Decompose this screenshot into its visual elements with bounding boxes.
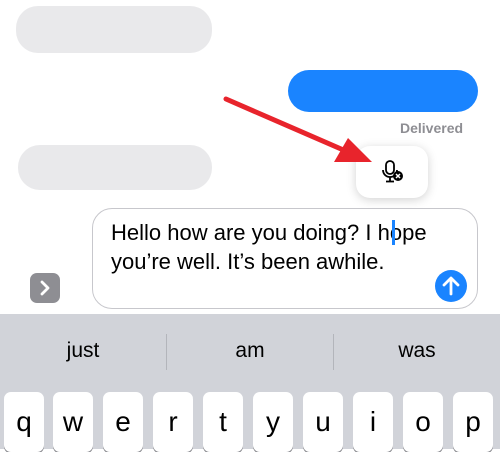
message-input[interactable]: Hello how are you doing? I hope you’re w…	[92, 208, 478, 309]
key-r[interactable]: r	[153, 392, 193, 452]
keyboard: just am was q w e r t y u i o p	[0, 314, 500, 452]
message-input-text[interactable]: Hello how are you doing? I hope you’re w…	[111, 218, 431, 276]
message-bubble-received	[16, 6, 212, 53]
key-o[interactable]: o	[403, 392, 443, 452]
dictation-popup[interactable]	[356, 146, 428, 198]
key-w[interactable]: w	[53, 392, 93, 452]
text-caret	[392, 220, 395, 245]
microphone-off-icon[interactable]	[379, 159, 405, 185]
key-q[interactable]: q	[4, 392, 44, 452]
suggestion-am[interactable]: am	[167, 314, 333, 388]
message-bubble-sent	[288, 70, 478, 112]
key-u[interactable]: u	[303, 392, 343, 452]
suggestion-was[interactable]: was	[334, 314, 500, 388]
key-p[interactable]: p	[453, 392, 493, 452]
arrow-up-icon	[442, 276, 460, 296]
expand-apps-button[interactable]	[30, 273, 60, 303]
key-t[interactable]: t	[203, 392, 243, 452]
chevron-right-icon	[40, 280, 50, 296]
suggestion-just[interactable]: just	[0, 314, 166, 388]
delivered-status: Delivered	[400, 120, 464, 136]
key-y[interactable]: y	[253, 392, 293, 452]
suggestion-bar: just am was	[0, 314, 500, 388]
key-i[interactable]: i	[353, 392, 393, 452]
send-button[interactable]	[435, 270, 467, 302]
message-bubble-received	[18, 145, 212, 190]
key-e[interactable]: e	[103, 392, 143, 452]
